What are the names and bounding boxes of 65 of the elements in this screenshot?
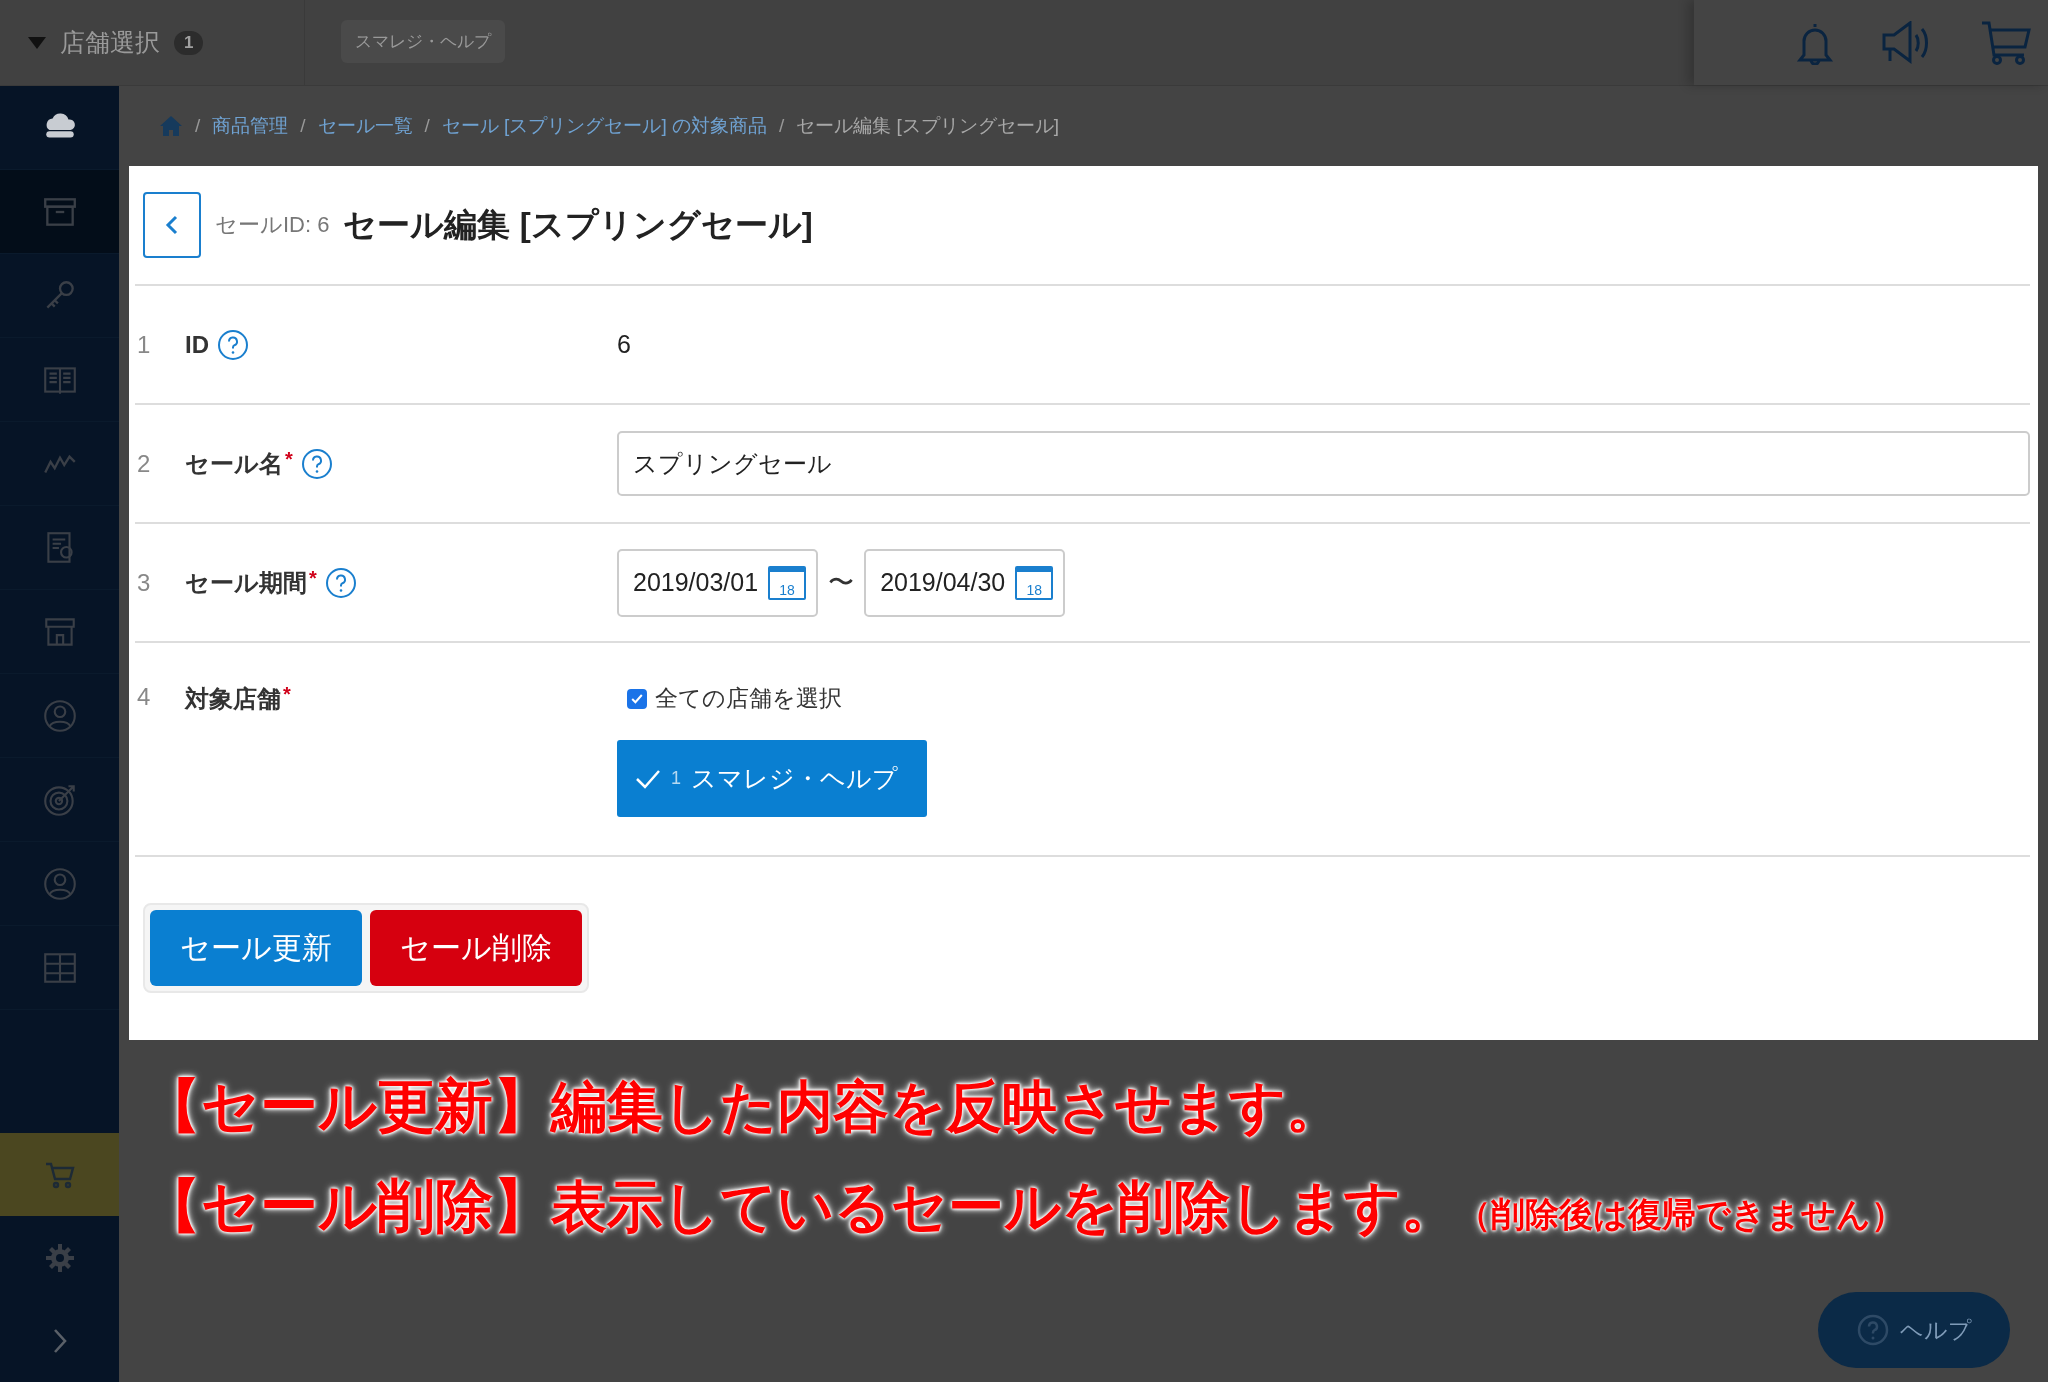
breadcrumb-separator: / (424, 115, 430, 137)
annotation-text: 表示しているセールを削除します。 (551, 1174, 1457, 1240)
home-icon[interactable] (159, 115, 183, 137)
row-number: 4 (136, 683, 152, 711)
required-mark: * (283, 683, 291, 706)
breadcrumb-separator: / (300, 115, 306, 137)
delete-button[interactable]: セール削除 (370, 910, 582, 986)
breadcrumb-current: セール編集 [スプリングセール] (796, 114, 1060, 138)
caret-icon[interactable] (28, 36, 46, 49)
annotation-text: 編集した内容を反映させます。 (551, 1074, 1342, 1140)
store-select-label[interactable]: 店舗選択 (60, 26, 160, 59)
breadcrumb-link[interactable]: セール [スプリングセール] の対象商品 (441, 113, 767, 139)
store-icon (44, 617, 75, 646)
required-mark: * (285, 447, 293, 471)
field-label: ID (185, 330, 209, 359)
breadcrumb-link[interactable]: 商品管理 (212, 113, 289, 139)
input-field[interactable]: スプリングセール (617, 431, 2030, 496)
end-date-field[interactable]: 2019/04/30 18 (864, 548, 1066, 617)
user-circle-icon (43, 699, 76, 732)
sale-id-label: セールID: 6 (215, 211, 330, 239)
store-chip: スマレジ・ヘルプ (341, 20, 505, 63)
help-icon[interactable] (217, 328, 249, 361)
count-badge: 1 (174, 30, 204, 55)
store-toggle-button[interactable]: 1 スマレジ・ヘルプ (617, 740, 927, 817)
settings-icon (45, 1243, 74, 1272)
calendar-icon[interactable]: 18 (1015, 565, 1054, 600)
calendar-icon[interactable]: 18 (768, 565, 807, 600)
book-icon (43, 366, 76, 394)
field-value: 6 (617, 330, 632, 359)
chevron-right-icon (53, 1328, 67, 1353)
required-mark: * (309, 566, 317, 590)
key-icon (45, 280, 74, 309)
row-number: 1 (136, 330, 152, 359)
help-button[interactable]: ヘルプ (1818, 1292, 2010, 1368)
field-label: セール期間 (185, 567, 307, 598)
cart-icon (45, 1162, 75, 1188)
breadcrumb-link[interactable]: セール一覧 (317, 113, 413, 139)
cart-icon[interactable] (1980, 19, 2032, 66)
row-number: 2 (136, 449, 152, 478)
help-icon[interactable] (300, 447, 333, 480)
field-label: セール名 (185, 448, 283, 479)
cloud-icon (45, 112, 75, 137)
archive-box-icon (43, 197, 76, 226)
back-button[interactable] (143, 192, 201, 258)
help-icon[interactable] (324, 566, 357, 599)
page-title: セール編集 [スプリングセール] (343, 204, 813, 245)
annotation-label: 【セール更新】 (143, 1072, 551, 1140)
help-icon (1856, 1313, 1890, 1347)
checkbox-label: 全ての店舗を選択 (655, 684, 842, 713)
start-date-field[interactable]: 2019/03/01 18 (617, 548, 819, 617)
grid-icon (43, 952, 76, 983)
field-label: 対象店舗 (185, 684, 281, 714)
line-chart-icon (43, 454, 76, 473)
breadcrumb-separator: / (778, 115, 785, 137)
breadcrumb-separator: / (195, 115, 201, 137)
chevron-left-icon (164, 215, 180, 235)
range-separator: 〜 (828, 566, 855, 599)
target-icon (43, 784, 75, 816)
select-all-checkbox[interactable] (627, 688, 647, 709)
user-circle-icon (43, 867, 76, 900)
annotation-label: 【セール削除】 (143, 1172, 551, 1240)
annotation-note: （削除後は復帰できません） (1457, 1194, 1905, 1235)
update-button[interactable]: セール更新 (150, 910, 362, 986)
report-icon (46, 531, 73, 563)
row-number: 3 (136, 568, 152, 597)
